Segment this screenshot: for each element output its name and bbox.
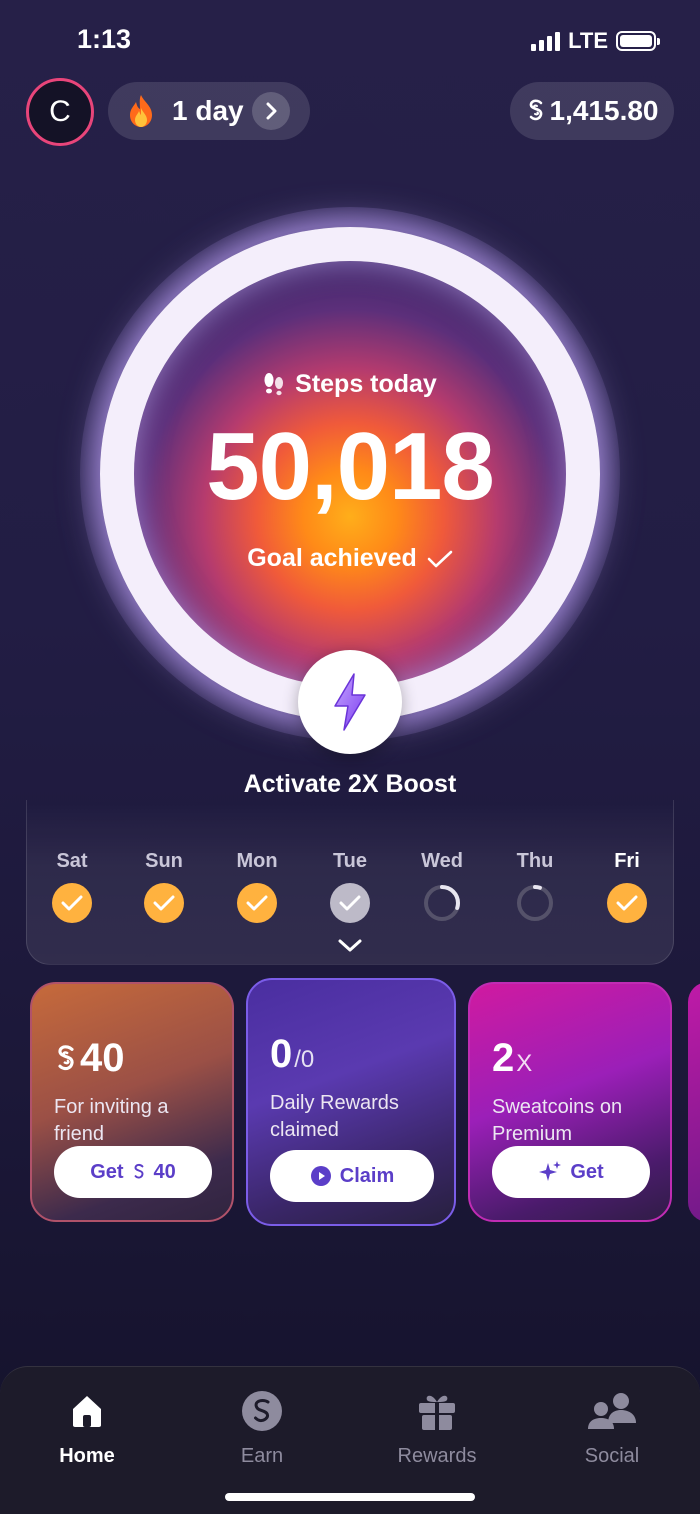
tab-social[interactable]: Social bbox=[542, 1389, 682, 1468]
flame-icon bbox=[130, 95, 152, 127]
status-time: 1:13 bbox=[77, 24, 132, 54]
claim-button[interactable]: Claim bbox=[270, 1150, 434, 1202]
tab-rewards[interactable]: Rewards bbox=[367, 1389, 507, 1468]
reward-cards: 40 For inviting a friend Get 40 0 /0 Dai… bbox=[0, 978, 700, 1248]
progress-ring-icon bbox=[422, 883, 462, 923]
daily-total: /0 bbox=[294, 1046, 315, 1073]
invite-button-label: Get bbox=[90, 1160, 124, 1183]
day-sat: Sat bbox=[32, 850, 112, 923]
day-label: Fri bbox=[614, 850, 640, 872]
tab-label: Social bbox=[584, 1445, 640, 1467]
avatar[interactable]: C bbox=[26, 78, 94, 146]
network-type: LTE bbox=[568, 28, 608, 53]
day-label: Wed bbox=[421, 850, 463, 872]
premium-get-button[interactable]: Get bbox=[492, 1146, 650, 1198]
people-icon bbox=[542, 1389, 682, 1433]
premium-card[interactable]: 2 X Sweatcoins on Premium Get bbox=[468, 982, 672, 1222]
status-bar: 1:13 LTE bbox=[0, 0, 700, 80]
invite-amount: 40 bbox=[80, 1036, 125, 1080]
day-thu: Thu bbox=[495, 850, 575, 923]
progress-ring-icon bbox=[515, 883, 555, 923]
chevron-right-icon bbox=[252, 92, 290, 130]
checkmark-icon bbox=[427, 550, 453, 567]
tab-earn[interactable]: Earn bbox=[192, 1389, 332, 1468]
boost-button[interactable] bbox=[298, 650, 402, 754]
day-label: Sat bbox=[56, 850, 88, 872]
lightning-icon bbox=[334, 673, 366, 731]
check-circle-icon bbox=[144, 883, 184, 923]
check-circle-icon bbox=[330, 883, 370, 923]
invite-description: For inviting a friend bbox=[54, 1096, 169, 1145]
streak-label: 1 day bbox=[172, 95, 244, 126]
daily-count-row: 0 /0 bbox=[270, 1032, 314, 1077]
steps-value: 50,018 bbox=[206, 413, 495, 520]
chevron-down-icon[interactable] bbox=[337, 938, 363, 959]
tab-bar: Home Earn Rewards Social bbox=[0, 1366, 700, 1514]
home-icon bbox=[17, 1389, 157, 1433]
day-label: Thu bbox=[516, 850, 554, 872]
tab-label: Home bbox=[59, 1445, 115, 1467]
tab-label: Earn bbox=[240, 1445, 284, 1467]
footsteps-icon bbox=[264, 372, 284, 395]
invite-amount-row: 40 bbox=[54, 1036, 125, 1081]
battery-icon bbox=[616, 31, 660, 51]
goal-text: Goal achieved bbox=[247, 544, 417, 572]
steps-label: Steps today bbox=[295, 370, 437, 398]
premium-suffix: X bbox=[516, 1050, 533, 1077]
daily-count: 0 bbox=[270, 1032, 293, 1076]
daily-rewards-card[interactable]: 0 /0 Daily Rewards claimed Claim bbox=[246, 978, 456, 1226]
goal-status: Goal achieved bbox=[0, 544, 700, 573]
status-indicators: LTE bbox=[531, 28, 660, 54]
check-circle-icon bbox=[607, 883, 647, 923]
play-icon bbox=[310, 1166, 331, 1186]
day-label: Tue bbox=[332, 850, 368, 872]
day-mon: Mon bbox=[217, 850, 297, 923]
premium-multiplier: 2 bbox=[492, 1036, 515, 1080]
day-fri: Fri bbox=[587, 850, 667, 923]
steps-label-row: Steps today bbox=[0, 370, 700, 399]
day-sun: Sun bbox=[124, 850, 204, 923]
check-circle-icon bbox=[52, 883, 92, 923]
balance-button[interactable]: 1,415.80 bbox=[510, 82, 674, 140]
sweatcoin-icon bbox=[192, 1389, 332, 1433]
day-wed: Wed bbox=[402, 850, 482, 923]
sweatcoin-icon bbox=[529, 99, 542, 121]
invite-button-amount: 40 bbox=[153, 1160, 176, 1183]
signal-icon bbox=[531, 31, 561, 51]
premium-button-label: Get bbox=[570, 1160, 604, 1183]
premium-description: Sweatcoins on Premium bbox=[492, 1096, 623, 1145]
day-label: Sun bbox=[145, 850, 183, 872]
gift-icon bbox=[367, 1389, 507, 1433]
boost-label[interactable]: Activate 2X Boost bbox=[0, 770, 700, 799]
invite-card[interactable]: 40 For inviting a friend Get 40 bbox=[30, 982, 234, 1222]
tab-label: Rewards bbox=[397, 1445, 477, 1467]
premium-multiplier-row: 2 X bbox=[492, 1036, 532, 1081]
claim-button-label: Claim bbox=[339, 1164, 395, 1187]
home-indicator bbox=[225, 1493, 475, 1501]
day-tue: Tue bbox=[310, 850, 390, 923]
streak-button[interactable]: 1 day bbox=[108, 82, 310, 140]
sweatcoin-icon bbox=[58, 1044, 74, 1070]
check-circle-icon bbox=[237, 883, 277, 923]
avatar-initial: C bbox=[49, 95, 71, 128]
tab-home[interactable]: Home bbox=[17, 1389, 157, 1468]
sweatcoin-icon bbox=[134, 1163, 144, 1179]
sparkle-icon bbox=[539, 1161, 562, 1181]
balance-value: 1,415.80 bbox=[549, 95, 659, 126]
day-label: Mon bbox=[236, 850, 278, 872]
next-card-peek[interactable] bbox=[688, 982, 700, 1222]
invite-get-button[interactable]: Get 40 bbox=[54, 1146, 212, 1198]
daily-description: Daily Rewards claimed bbox=[270, 1092, 399, 1141]
